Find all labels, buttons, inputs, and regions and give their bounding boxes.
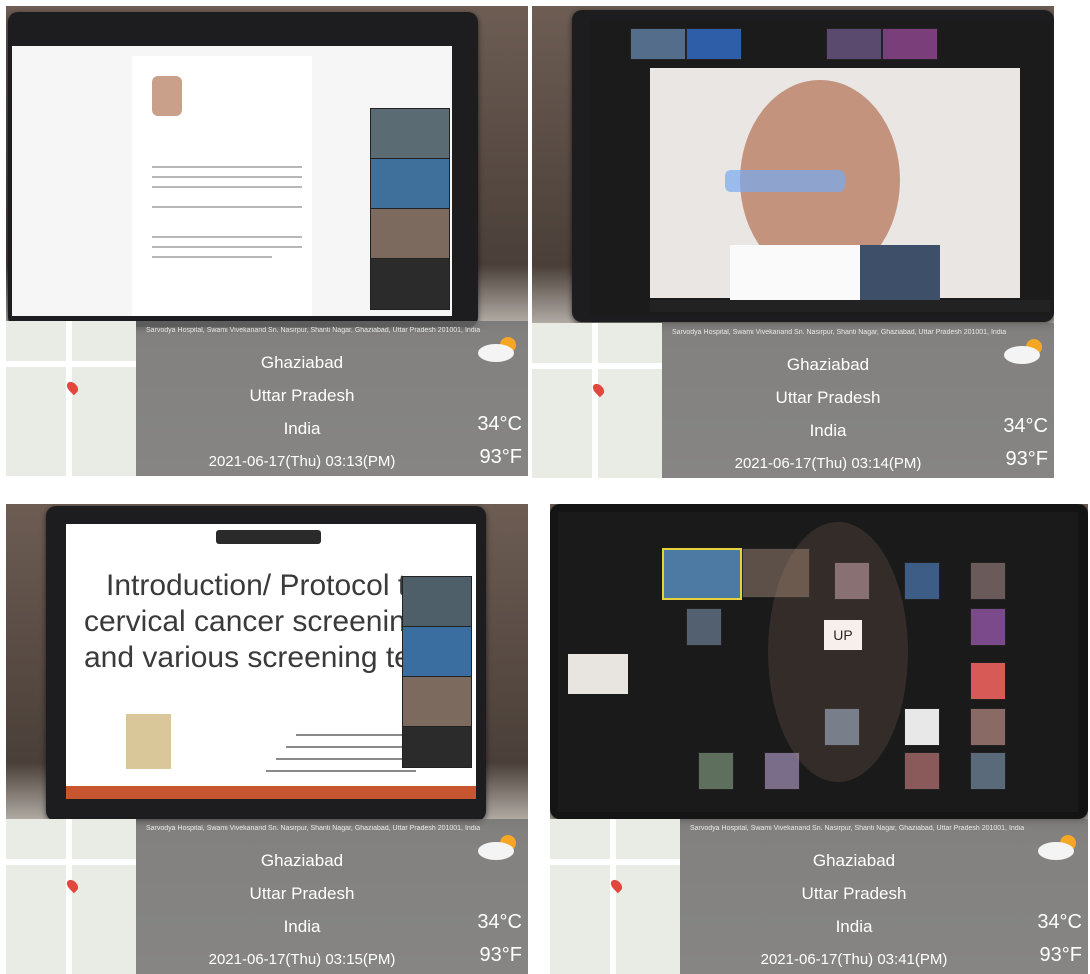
country: India (835, 917, 873, 936)
laptop-screen (590, 20, 1050, 315)
datetime: 2021-06-17(Thu) 03:14(PM) (734, 455, 922, 472)
country: India (283, 419, 321, 438)
location-map (532, 323, 662, 478)
cloud-sun-icon (478, 835, 516, 860)
country: India (283, 917, 321, 936)
temp-celsius: 34°C (1003, 415, 1048, 437)
address: Sarvodya Hospital, Swami Vivekanand Sn. … (146, 825, 481, 832)
laptop-screen: Introduction/ Protocol to cervical cance… (66, 524, 476, 799)
geo-overlay: Sarvodya Hospital, Swami Vivekanand Sn. … (662, 323, 1054, 478)
photo-2: Sarvodya Hospital, Swami Vivekanand Sn. … (532, 6, 1054, 478)
photo-1: Sarvodya Hospital, Swami Vivekanand Sn. … (6, 6, 528, 476)
datetime: 2021-06-17(Thu) 03:15(PM) (208, 951, 396, 968)
city: Ghaziabad (260, 851, 344, 870)
temp-celsius: 34°C (477, 911, 522, 933)
state: Uttar Pradesh (775, 388, 881, 407)
address: Sarvodya Hospital, Swami Vivekanand Sn. … (146, 327, 481, 334)
city: Ghaziabad (812, 851, 896, 870)
slide-title-line-3: and various screening tes (84, 641, 426, 674)
laptop-screen (12, 46, 452, 316)
address: Sarvodya Hospital, Swami Vivekanand Sn. … (690, 825, 1025, 832)
geo-overlay: Sarvodya Hospital, Swami Vivekanand Sn. … (136, 819, 528, 974)
location-map (550, 819, 680, 974)
cloud-sun-icon (478, 337, 516, 362)
datetime: 2021-06-17(Thu) 03:13(PM) (208, 453, 396, 470)
location-map (6, 819, 136, 974)
temp-fahrenheit: 93°F (479, 446, 522, 468)
slide-title-line-2: cervical cancer screening (84, 605, 423, 638)
temp-celsius: 34°C (477, 413, 522, 435)
cloud-sun-icon (1004, 339, 1042, 364)
temp-fahrenheit: 93°F (479, 944, 522, 966)
city: Ghaziabad (786, 355, 870, 374)
country: India (809, 421, 847, 440)
cloud-sun-icon (1038, 835, 1076, 860)
temp-fahrenheit: 93°F (1005, 448, 1048, 470)
state: Uttar Pradesh (801, 884, 907, 903)
city: Ghaziabad (260, 353, 344, 372)
geo-overlay: Sarvodya Hospital, Swami Vivekanand Sn. … (680, 819, 1088, 974)
photo-4: UP Sarvodya Hospital, Swami Vivekanand S… (550, 504, 1088, 974)
geo-overlay: Sarvodya Hospital, Swami Vivekanand Sn. … (136, 321, 528, 476)
address: Sarvodya Hospital, Swami Vivekanand Sn. … (672, 329, 1007, 336)
location-map (6, 321, 136, 476)
photo-3: Introduction/ Protocol to cervical cance… (6, 504, 528, 974)
slide-title-line-1: Introduction/ Protocol to (106, 569, 423, 602)
laptop-screen: UP (558, 512, 1078, 812)
datetime: 2021-06-17(Thu) 03:41(PM) (760, 951, 948, 968)
temp-celsius: 34°C (1037, 911, 1082, 933)
temp-fahrenheit: 93°F (1039, 944, 1082, 966)
state: Uttar Pradesh (249, 386, 355, 405)
state: Uttar Pradesh (249, 884, 355, 903)
